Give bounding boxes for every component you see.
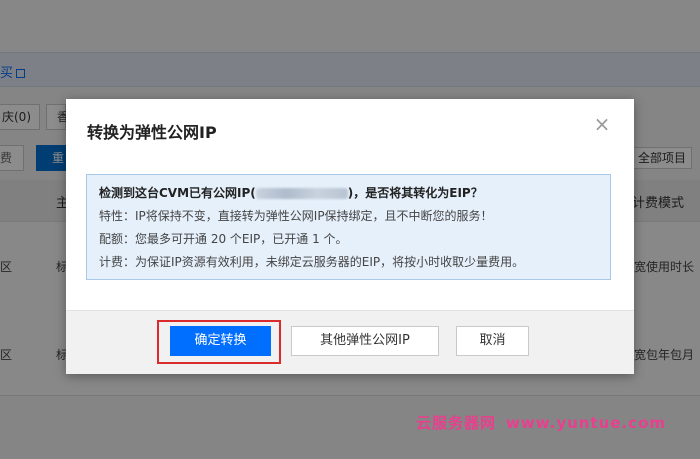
convert-eip-dialog: 转换为弹性公网IP × 检测到这台CVM已有公网IP( )，是否将其转化为EIP？… xyxy=(66,99,634,374)
info-headline: 检测到这台CVM已有公网IP( )，是否将其转化为EIP？ xyxy=(99,182,598,205)
cancel-button[interactable]: 取消 xyxy=(456,326,529,356)
info-feature-line: 特性：IP将保持不变，直接转为弹性公网IP保持绑定，且不中断您的服务！ xyxy=(99,209,493,223)
other-eip-button[interactable]: 其他弹性公网IP xyxy=(291,326,439,356)
blurred-ip-address xyxy=(255,188,348,199)
info-headline-suffix: )，是否将其转化为EIP？ xyxy=(347,186,483,200)
dialog-footer: 确定转换 其他弹性公网IP 取消 xyxy=(66,310,634,374)
info-box: 检测到这台CVM已有公网IP( )，是否将其转化为EIP？ 特性：IP将保持不变，… xyxy=(86,174,611,280)
info-headline-prefix: 检测到这台CVM已有公网IP( xyxy=(99,186,256,200)
close-icon[interactable]: × xyxy=(592,114,612,134)
confirm-convert-button[interactable]: 确定转换 xyxy=(170,326,271,356)
watermark-url: www.yuntue.com xyxy=(506,414,667,432)
watermark: 云服务器网 www.yuntue.com xyxy=(416,412,666,433)
info-quota-line: 配额：您最多可开通 20 个EIP，已开通 1 个。 xyxy=(99,232,348,246)
dialog-title: 转换为弹性公网IP xyxy=(87,123,217,142)
watermark-brand: 云服务器网 xyxy=(416,414,497,432)
info-billing-line: 计费：为保证IP资源有效利用，未绑定云服务器的EIP，将按小时收取少量费用。 xyxy=(99,255,525,269)
